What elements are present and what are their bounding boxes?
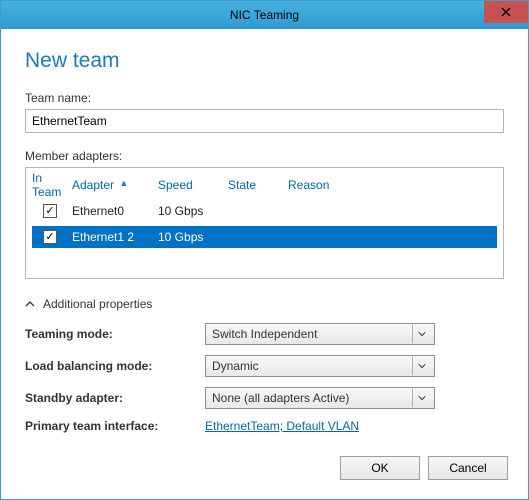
additional-properties-label: Additional properties bbox=[43, 297, 152, 311]
primary-interface-label: Primary team interface: bbox=[25, 419, 205, 433]
nic-teaming-window: NIC Teaming New team Team name: Member a… bbox=[0, 0, 529, 500]
teaming-mode-row: Teaming mode: Switch Independent bbox=[25, 323, 504, 345]
chevron-down-icon bbox=[418, 362, 426, 370]
teaming-mode-value: Switch Independent bbox=[212, 327, 317, 341]
ok-button[interactable]: OK bbox=[340, 456, 420, 480]
standby-adapter-value: None (all adapters Active) bbox=[212, 391, 349, 405]
col-speed[interactable]: Speed bbox=[158, 178, 228, 192]
member-adapters-label: Member adapters: bbox=[25, 149, 504, 163]
window-title: NIC Teaming bbox=[230, 8, 299, 22]
teaming-mode-label: Teaming mode: bbox=[25, 327, 205, 341]
close-button[interactable] bbox=[484, 1, 528, 23]
load-balancing-dropdown[interactable]: Dynamic bbox=[205, 355, 435, 377]
cell-speed: 10 Gbps bbox=[158, 230, 228, 244]
dialog-footer: OK Cancel bbox=[1, 451, 528, 499]
content-area: New team Team name: Member adapters: In … bbox=[1, 29, 528, 451]
primary-interface-row: Primary team interface: EthernetTeam; De… bbox=[25, 419, 504, 433]
primary-interface-link[interactable]: EthernetTeam; Default VLAN bbox=[205, 419, 359, 433]
table-row[interactable]: ✓ Ethernet010 Gbps bbox=[32, 200, 497, 222]
member-adapters-grid: In Team Adapter ▲ Speed State Reason ✓ Et… bbox=[25, 167, 504, 279]
teaming-mode-dropdown[interactable]: Switch Independent bbox=[205, 323, 435, 345]
cell-speed: 10 Gbps bbox=[158, 204, 228, 218]
additional-properties-toggle[interactable]: Additional properties bbox=[25, 297, 504, 311]
col-reason[interactable]: Reason bbox=[288, 178, 497, 192]
load-balancing-value: Dynamic bbox=[212, 359, 259, 373]
chevron-down-icon bbox=[418, 394, 426, 402]
standby-adapter-label: Standby adapter: bbox=[25, 391, 205, 405]
chevron-down-icon bbox=[418, 330, 426, 338]
cell-adapter: Ethernet0 bbox=[68, 204, 158, 218]
table-row[interactable]: ✓ Ethernet1 210 Gbps bbox=[32, 226, 497, 248]
titlebar: NIC Teaming bbox=[1, 1, 528, 29]
member-adapters-block: Member adapters: In Team Adapter ▲ Speed… bbox=[25, 149, 504, 279]
sort-asc-icon: ▲ bbox=[119, 178, 128, 188]
close-icon bbox=[501, 7, 511, 17]
col-inteam[interactable]: In Team bbox=[32, 171, 68, 199]
inteam-checkbox[interactable]: ✓ bbox=[43, 230, 57, 244]
cancel-button[interactable]: Cancel bbox=[428, 456, 508, 480]
load-balancing-row: Load balancing mode: Dynamic bbox=[25, 355, 504, 377]
team-name-input[interactable] bbox=[25, 109, 504, 133]
col-adapter[interactable]: Adapter ▲ bbox=[68, 178, 158, 192]
grid-header: In Team Adapter ▲ Speed State Reason bbox=[32, 174, 497, 196]
additional-properties: Teaming mode: Switch Independent Load ba… bbox=[25, 323, 504, 433]
chevron-up-icon bbox=[25, 299, 35, 309]
col-state[interactable]: State bbox=[228, 178, 288, 192]
cell-adapter: Ethernet1 2 bbox=[68, 230, 158, 244]
load-balancing-label: Load balancing mode: bbox=[25, 359, 205, 373]
team-name-label: Team name: bbox=[25, 91, 504, 105]
inteam-checkbox[interactable]: ✓ bbox=[43, 204, 57, 218]
standby-adapter-row: Standby adapter: None (all adapters Acti… bbox=[25, 387, 504, 409]
standby-adapter-dropdown[interactable]: None (all adapters Active) bbox=[205, 387, 435, 409]
page-title: New team bbox=[25, 49, 504, 73]
